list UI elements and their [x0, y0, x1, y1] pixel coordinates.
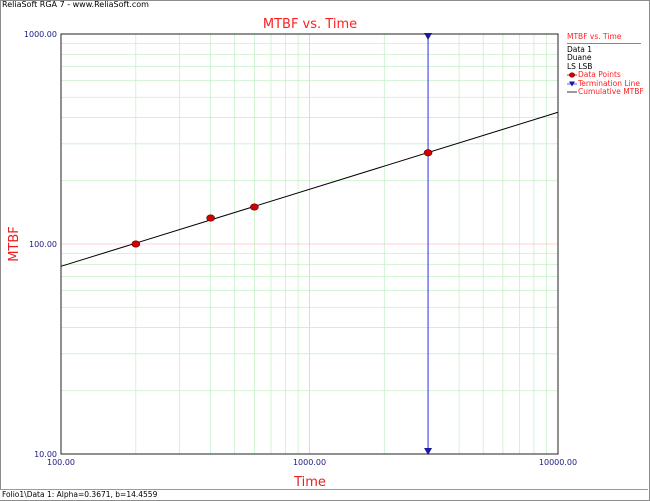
tick-labels: 100.00 1000.00 10000.0010.00100.001000.00 [24, 30, 577, 467]
x-tick-label: 100.00 [47, 458, 75, 467]
chart-title: MTBF vs. Time [263, 17, 357, 32]
termination-marker-top [424, 33, 433, 40]
legend-label-cumulative-mtbf: Cumulative MTBF [578, 87, 644, 96]
legend-title: MTBF vs. Time [567, 32, 641, 44]
data-point [250, 203, 259, 211]
y-axis-label: MTBF [7, 226, 22, 262]
legend-item-cumulative-mtbf: Cumulative MTBF [567, 87, 644, 97]
y-tick-label: 1000.00 [24, 30, 57, 39]
data-point [206, 214, 215, 222]
chart-plot: 100.00 1000.00 10000.0010.00100.001000.00 … [7, 17, 577, 490]
y-tick-label: 10.00 [34, 450, 57, 459]
status-bar: Folio1\Data 1: Alpha=0.3671, b=14.4559 [0, 489, 648, 500]
data-point [131, 240, 141, 248]
line-icon [567, 91, 577, 93]
x-tick-label: 10000.00 [539, 458, 577, 467]
x-tick-label: 1000.00 [293, 458, 326, 467]
x-axis-label: Time [293, 475, 326, 490]
blue-triangle-icon [567, 81, 577, 86]
red-dot-icon [567, 72, 577, 78]
status-text: Folio1\Data 1: Alpha=0.3671, b=14.4559 [2, 490, 158, 499]
data-point [423, 149, 433, 157]
y-tick-label: 100.00 [29, 240, 57, 249]
legend: MTBF vs. Time Data 1 Duane LS LSB Data P… [567, 32, 644, 97]
